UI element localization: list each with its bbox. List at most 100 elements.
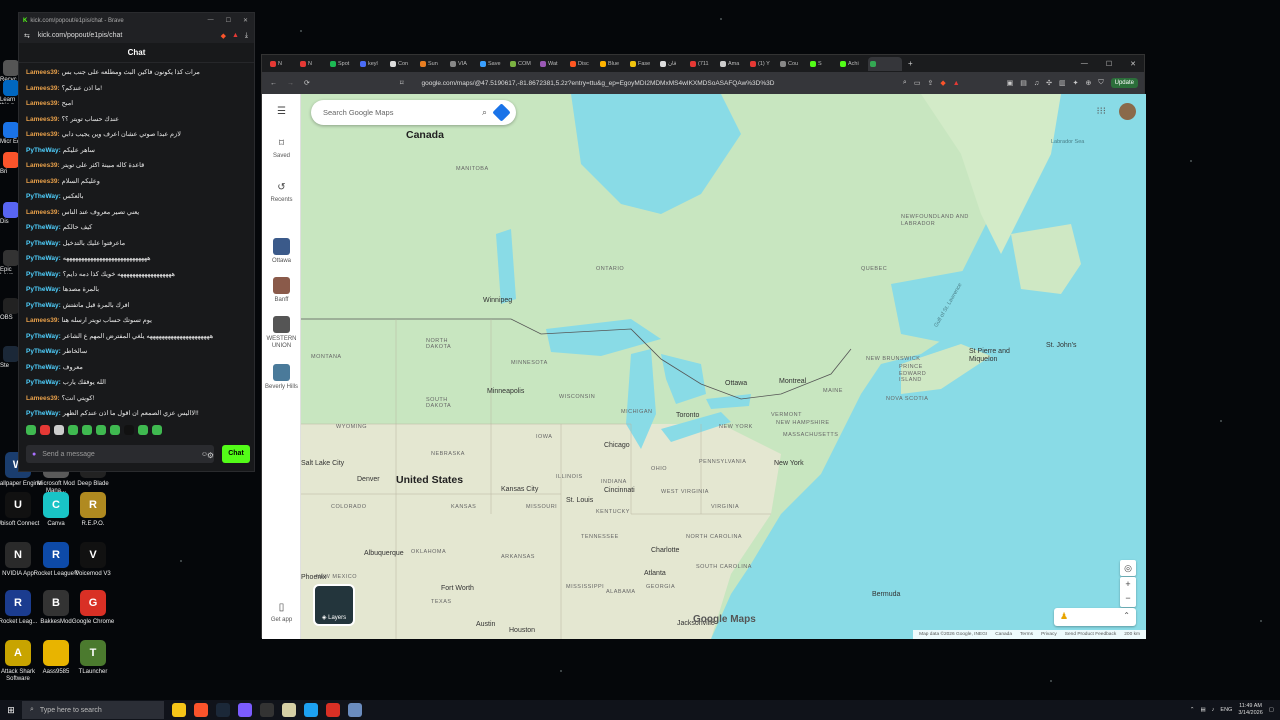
brave-shield-icon[interactable]: ◆ — [221, 32, 226, 40]
chat-username[interactable]: Lamees39: — [26, 131, 60, 138]
chat-username[interactable]: PyTheWay: — [26, 147, 61, 154]
bookmark-icon[interactable]: ⌑ — [400, 79, 404, 87]
sidebar-item-saved[interactable]: ⌑ Saved — [262, 138, 301, 159]
browser-tab[interactable] — [868, 56, 902, 71]
browser-tab[interactable]: (711 — [688, 57, 716, 71]
sidebar-item-beverly-hills[interactable]: Beverly Hills — [262, 364, 301, 391]
chat-username[interactable]: Lamees39: — [26, 85, 60, 92]
desktop-icon[interactable]: R R.E.P.O. — [67, 492, 119, 528]
layers-button[interactable]: ◈ Layers — [313, 584, 355, 626]
taskbar-app-icon[interactable] — [194, 703, 208, 717]
google-apps-icon[interactable]: ⁝⁝⁝ — [1096, 106, 1106, 117]
emote-icon[interactable] — [54, 425, 64, 435]
emote-icon[interactable] — [40, 425, 50, 435]
sidebar-item-banff[interactable]: Banff — [262, 277, 301, 304]
shield-icon[interactable]: ⛉ — [1098, 79, 1103, 87]
music-icon[interactable]: ♫ — [1034, 80, 1039, 87]
street-view-bar[interactable]: ♟ ⌃ — [1054, 608, 1136, 626]
emote-icon[interactable] — [82, 425, 92, 435]
attribution-item[interactable]: 200 km — [1124, 632, 1140, 637]
chat-username[interactable]: PyTheWay: — [26, 286, 61, 293]
browser-tab[interactable]: Spot — [328, 57, 356, 71]
browser-tab[interactable]: Disc — [568, 57, 596, 71]
browser-tab[interactable]: S — [808, 57, 836, 71]
emote-icon[interactable] — [152, 425, 162, 435]
taskbar-app-icon[interactable] — [172, 703, 186, 717]
clock[interactable]: 11:49 AM 3/14/2026 — [1238, 703, 1262, 716]
browser-tab[interactable]: Fase — [628, 57, 656, 71]
browser-tab[interactable]: قان — [658, 57, 686, 71]
emote-icon[interactable] — [110, 425, 120, 435]
zoom-icon[interactable]: ⌕ — [903, 79, 907, 87]
chat-username[interactable]: PyTheWay: — [26, 410, 61, 417]
zoom-in-button[interactable]: + — [1120, 577, 1136, 591]
brave-shield-icon[interactable]: ◆ — [940, 79, 945, 87]
close-icon[interactable]: ✕ — [243, 17, 248, 24]
chat-username[interactable]: Lamees39: — [26, 69, 60, 76]
zoom-controls[interactable]: + − — [1120, 577, 1136, 607]
chat-username[interactable]: Lamees39: — [26, 317, 60, 324]
language-indicator[interactable]: ENG — [1220, 707, 1232, 713]
microphone-icon[interactable]: ● — [32, 451, 36, 458]
update-button[interactable]: Update — [1110, 78, 1138, 88]
get-app-button[interactable]: ▯ Get app — [262, 602, 301, 623]
minimize-icon[interactable]: — — [208, 17, 214, 24]
emote-icon[interactable] — [26, 425, 36, 435]
minimize-icon[interactable]: — — [1081, 60, 1088, 68]
browser-tab[interactable]: Wat — [538, 57, 566, 71]
browser-tab[interactable]: Save — [478, 57, 506, 71]
search-icon[interactable]: ⌕ — [482, 107, 487, 118]
menu-icon[interactable]: ☰ — [262, 106, 301, 121]
map-canvas[interactable]: Search Google Maps ⌕ ⁝⁝⁝ Canada United S… — [301, 94, 1146, 639]
attribution-item[interactable]: Canada — [995, 632, 1012, 637]
sidebar-item-western-union[interactable]: WESTERN UNION — [262, 316, 301, 350]
url-field[interactable]: google.com/maps/@47.5190617,-81.8672381,… — [421, 80, 774, 87]
chevron-up-icon[interactable]: ⌃ — [1190, 707, 1195, 713]
volume-icon[interactable]: ♪ — [1212, 707, 1215, 713]
desktop-icon[interactable]: V Voicemod V3 — [67, 542, 119, 578]
chat-username[interactable]: PyTheWay: — [26, 271, 61, 278]
sidebar-icon[interactable]: ▥ — [1059, 79, 1066, 87]
taskbar-app-icon[interactable] — [326, 703, 340, 717]
start-button[interactable]: ⊞ — [0, 705, 22, 716]
chat-username[interactable]: PyTheWay: — [26, 379, 61, 386]
chat-username[interactable]: PyTheWay: — [26, 302, 61, 309]
new-tab-button[interactable]: + — [908, 59, 913, 68]
taskbar-search[interactable]: ⌕ Type here to search — [22, 701, 164, 719]
chat-username[interactable]: PyTheWay: — [26, 333, 61, 340]
directions-icon[interactable] — [492, 103, 511, 122]
chat-message-input[interactable]: ● Send a message ☺ — [26, 445, 214, 463]
chat-message-list[interactable]: Lamees39: مرات كذا يكونون فاكين البث ومطل… — [19, 63, 254, 423]
brave-rewards-icon[interactable]: ▲ — [232, 32, 239, 40]
browser-tab[interactable]: Blue — [598, 57, 626, 71]
vpn-icon[interactable]: ⊕ — [1086, 79, 1092, 87]
taskbar-app-icon[interactable] — [348, 703, 362, 717]
emote-icon[interactable] — [68, 425, 78, 435]
zoom-out-button[interactable]: − — [1120, 591, 1136, 605]
browser-tab[interactable]: Con — [388, 57, 416, 71]
emote-icon[interactable] — [138, 425, 148, 435]
notification-icon[interactable]: ▢ — [1269, 707, 1274, 713]
chat-username[interactable]: PyTheWay: — [26, 348, 61, 355]
chat-username[interactable]: PyTheWay: — [26, 255, 61, 262]
chat-username[interactable]: PyTheWay: — [26, 364, 61, 371]
taskbar-app-icon[interactable] — [260, 703, 274, 717]
desktop-icon[interactable]: G Google Chrome — [67, 590, 119, 626]
chat-send-button[interactable]: Chat — [222, 445, 250, 463]
browser-tab[interactable]: VIA — [448, 57, 476, 71]
network-icon[interactable]: ▤ — [1200, 707, 1205, 713]
brave-rewards-icon[interactable]: ▲ — [953, 80, 960, 87]
taskbar-app-icon[interactable] — [238, 703, 252, 717]
sidebar-item-ottawa[interactable]: Ottawa — [262, 238, 301, 265]
search-box[interactable]: Search Google Maps ⌕ — [311, 100, 516, 125]
my-location-button[interactable]: ◎ — [1120, 560, 1136, 576]
chat-username[interactable]: PyTheWay: — [26, 193, 61, 200]
chat-username[interactable]: PyTheWay: — [26, 224, 61, 231]
chat-username[interactable]: Lamees39: — [26, 178, 60, 185]
taskbar-app-icon[interactable] — [216, 703, 230, 717]
forward-icon[interactable]: → — [287, 80, 294, 87]
chat-username[interactable]: PyTheWay: — [26, 240, 61, 247]
puzzle-icon[interactable]: ✣ — [1046, 79, 1052, 87]
browser-tab[interactable]: Achi — [838, 57, 866, 71]
chat-username[interactable]: Lamees39: — [26, 116, 60, 123]
